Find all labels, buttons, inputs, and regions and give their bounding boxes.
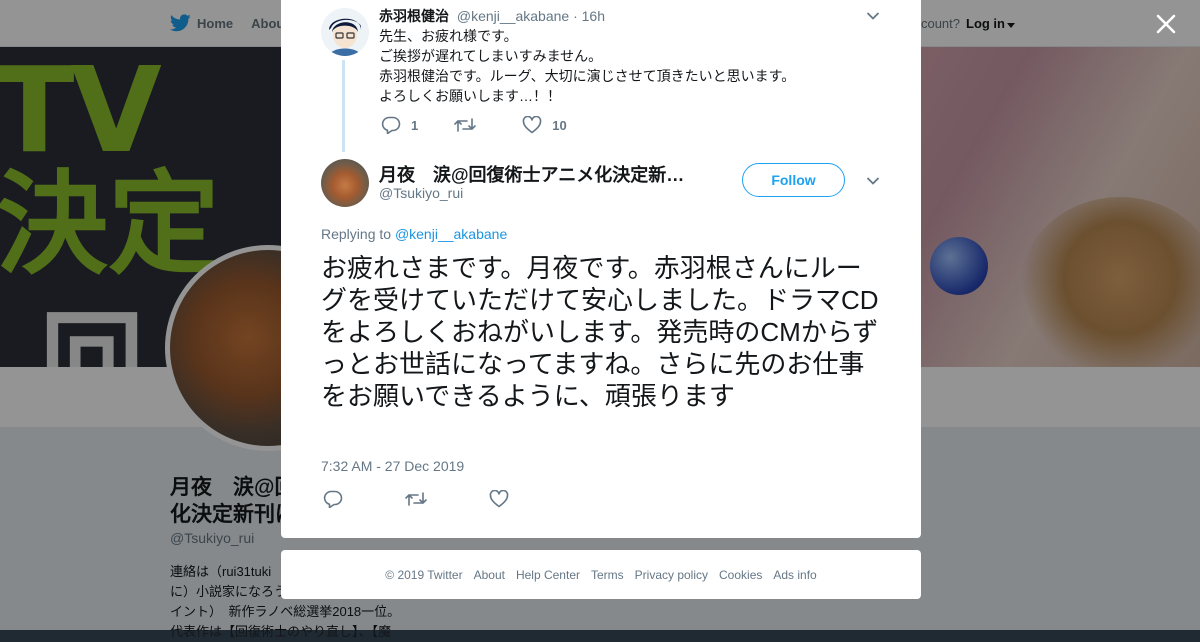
tweet1-text-line: よろしくお願いします…！！ (379, 88, 561, 104)
tweet-modal: 赤羽根健治 @kenji__akabane · 16h 先生、お疲れ様です。 ご… (281, 0, 921, 538)
tweet1-like-button[interactable]: 10 (522, 116, 567, 134)
replying-to-prefix: Replying to (321, 226, 392, 242)
tweet2-actions (323, 490, 509, 508)
tweet1-text-line: 先生、お疲れ様です。 (379, 28, 518, 44)
footer-link-privacy-policy[interactable]: Privacy policy (635, 568, 708, 582)
tweet2-reply-button[interactable] (323, 490, 343, 508)
tweet1-retweet-button[interactable] (454, 117, 486, 133)
replying-to-handle-link[interactable]: @kenji__akabane (395, 226, 507, 242)
tweet1-reply-button[interactable]: 1 (381, 116, 418, 134)
footer-link-ads-info[interactable]: Ads info (773, 568, 816, 582)
tweet1-text-line: ご挨拶が遅れてしまいすみません。 (379, 48, 603, 64)
replying-to-line: Replying to @kenji__akabane (321, 226, 507, 242)
chevron-down-icon (866, 176, 880, 186)
tweet1-header: 赤羽根健治 @kenji__akabane · 16h (379, 6, 605, 26)
reply-icon (323, 490, 343, 508)
tweet2-menu-button[interactable] (866, 176, 880, 186)
tweet2-retweet-button[interactable] (405, 491, 427, 507)
tweet1-author-name[interactable]: 赤羽根健治 (379, 8, 449, 24)
tweet1-like-count: 10 (552, 117, 567, 133)
footer-link-help-center[interactable]: Help Center (516, 568, 580, 582)
footer-link-about[interactable]: About (474, 568, 505, 582)
heart-icon (522, 116, 542, 134)
tweet1-time[interactable]: · 16h (573, 8, 605, 24)
chevron-down-icon (866, 11, 880, 21)
tweet2-author-name[interactable]: 月夜 涙@回復術士アニメ化決定新… (379, 161, 699, 187)
heart-icon (489, 490, 509, 508)
close-button[interactable] (1152, 10, 1180, 38)
tweet1-text: 先生、お疲れ様です。 ご挨拶が遅れてしまいすみません。 赤羽根健治です。ルーグ、… (379, 26, 795, 106)
reply-icon (381, 116, 401, 134)
footer-link-cookies[interactable]: Cookies (719, 568, 762, 582)
follow-button[interactable]: Follow (742, 163, 845, 197)
footer-copyright: © 2019 Twitter (385, 567, 463, 582)
tweet2-like-button[interactable] (489, 490, 509, 508)
tweet1-actions: 1 10 (381, 116, 603, 134)
tweet1-avatar[interactable] (321, 8, 369, 56)
footer-links: © 2019 Twitter About Help Center Terms P… (281, 550, 921, 599)
tweet2-avatar[interactable] (321, 159, 369, 207)
tweet2-author-handle[interactable]: @Tsukiyo_rui (379, 185, 463, 201)
tweet1-menu-button[interactable] (866, 11, 880, 21)
footer-link-terms[interactable]: Terms (591, 568, 624, 582)
thread-connector-line (342, 60, 345, 152)
tweet1-reply-count: 1 (411, 117, 419, 133)
retweet-icon (454, 117, 477, 133)
tweet1-text-line: 赤羽根健治です。ルーグ、大切に演じさせて頂きたいと思います。 (379, 68, 796, 84)
tweet1-author-handle[interactable]: @kenji__akabane (457, 8, 569, 24)
tweet2-text: お疲れさまです。月夜です。赤羽根さんにルーグを受けていただけて安心しました。ドラ… (321, 253, 879, 411)
tweet2-timestamp[interactable]: 7:32 AM - 27 Dec 2019 (321, 458, 464, 474)
close-icon (1152, 10, 1180, 38)
retweet-icon (405, 491, 427, 507)
